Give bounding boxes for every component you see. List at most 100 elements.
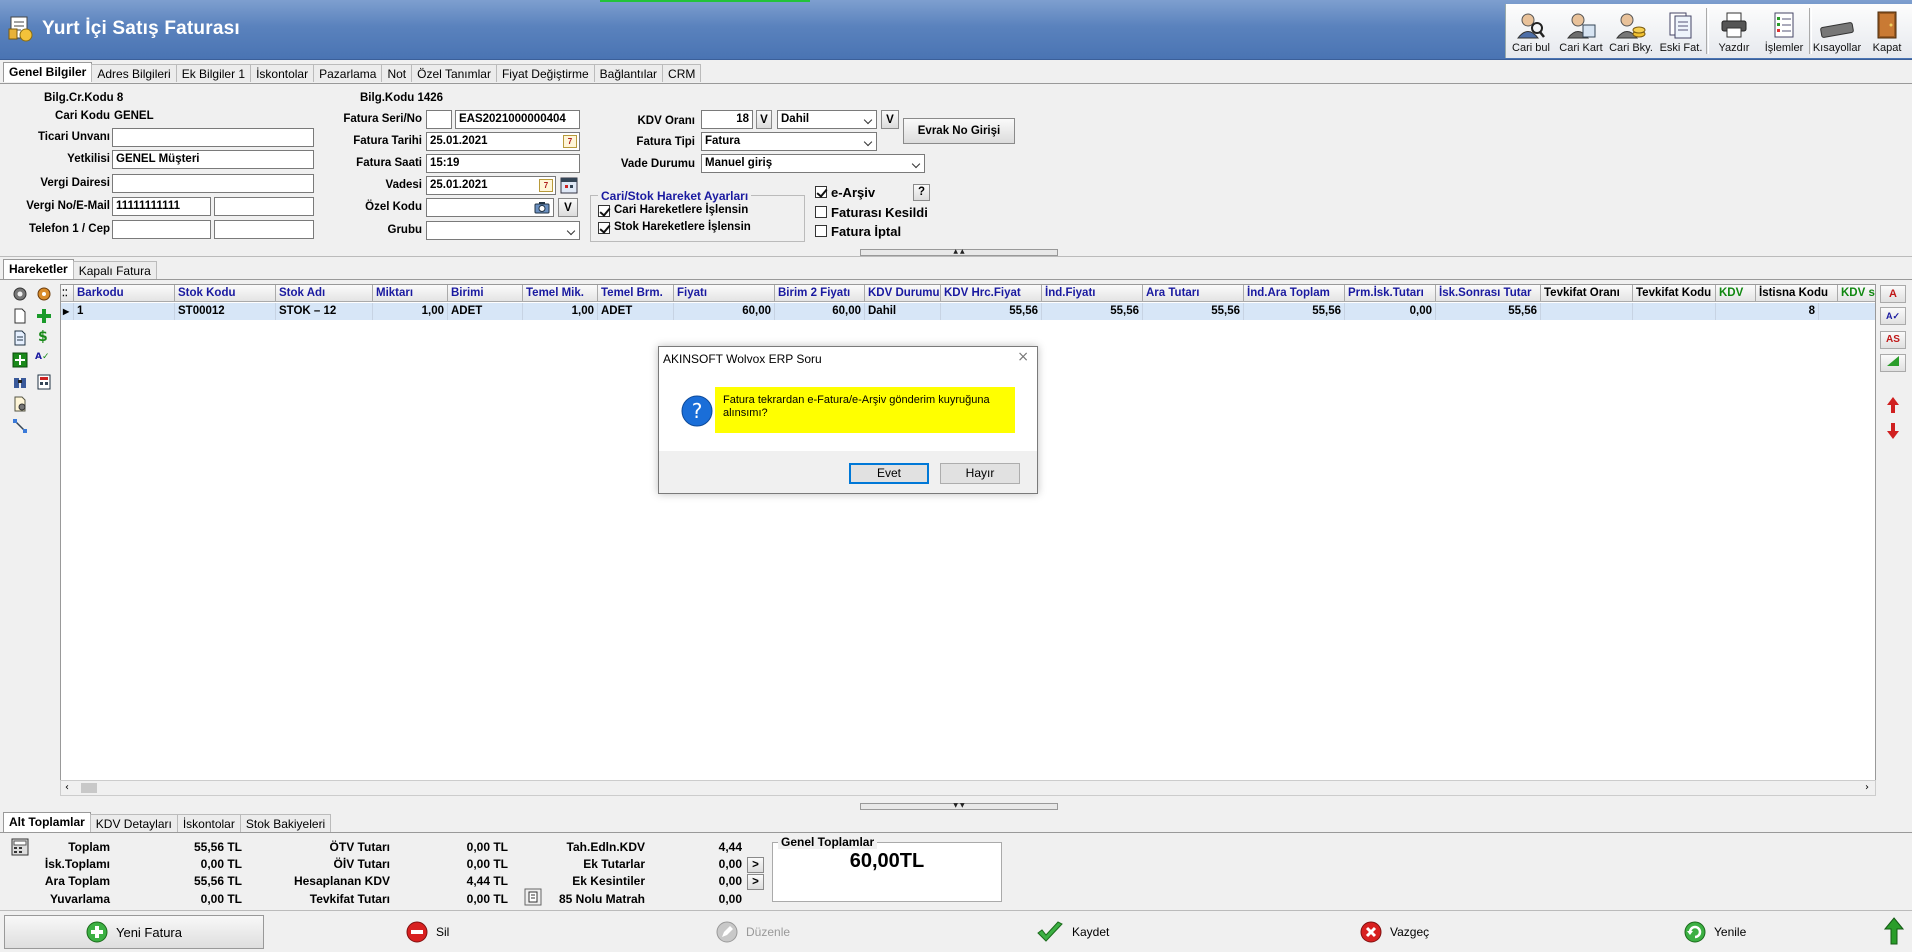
kisayollar-button[interactable]: Kısayollar	[1812, 4, 1862, 58]
ek-kesintiler-button[interactable]: >	[747, 874, 764, 890]
ozel-kodu-v-button[interactable]: V	[558, 198, 578, 217]
calendar-icon[interactable]: 7	[539, 179, 553, 192]
col-header-ind-fiyati[interactable]: İnd.Fiyatı	[1042, 285, 1143, 302]
evet-button[interactable]: Evet	[849, 463, 929, 484]
col-header-ind-ara-toplam[interactable]: İnd.Ara Toplam	[1244, 285, 1345, 302]
vadesi-input[interactable]: 25.01.2021 7	[426, 176, 556, 195]
tab-alt-toplamlar[interactable]: Alt Toplamlar	[3, 812, 91, 832]
vade-durumu-select[interactable]: Manuel giriş	[701, 154, 925, 173]
chart-icon[interactable]	[1880, 354, 1906, 372]
cari-bakiye-button[interactable]: Cari Bky.	[1606, 4, 1656, 58]
spell-check-icon[interactable]: A✓	[35, 352, 51, 368]
camera-icon[interactable]	[534, 201, 550, 214]
duzenle-button[interactable]: Düzenle	[716, 915, 790, 949]
col-header-temel-mik[interactable]: Temel Mik.	[523, 285, 598, 302]
document-list-icon[interactable]	[12, 330, 28, 346]
cell-stok-kodu[interactable]: ST00012	[175, 303, 276, 320]
cep-input[interactable]	[214, 220, 314, 239]
cari-kart-button[interactable]: Cari Kart	[1556, 4, 1606, 58]
scroll-left-icon[interactable]: ‹	[65, 782, 69, 793]
earsiv-checkbox[interactable]	[815, 186, 827, 198]
calculator-icon[interactable]	[36, 374, 52, 390]
kdv-dahil-v-button[interactable]: V	[881, 110, 899, 129]
eski-fatura-button[interactable]: Eski Fat.	[1656, 4, 1706, 58]
cell-temel-brm[interactable]: ADET	[598, 303, 674, 320]
col-header-kdv-durumu[interactable]: KDV Durumu	[865, 285, 941, 302]
scroll-top-arrow-icon[interactable]	[1884, 917, 1904, 945]
hayir-button[interactable]: Hayır	[940, 463, 1020, 484]
cell-stok-adi[interactable]: STOK – 12	[276, 303, 373, 320]
cell-ind-ara-toplam[interactable]: 55,56	[1244, 303, 1345, 320]
grid-horizontal-scrollbar[interactable]: ‹ ›	[60, 780, 1876, 796]
document-settings-icon[interactable]	[12, 396, 28, 412]
fatura-tipi-select[interactable]: Fatura	[701, 132, 877, 151]
move-up-icon[interactable]	[1886, 396, 1900, 414]
faturasi-kesildi-checkbox[interactable]	[815, 206, 827, 218]
cell-miktari[interactable]: 1,00	[373, 303, 448, 320]
fatura-saati-input[interactable]: 15:19	[426, 154, 580, 173]
cell-kdv-durumu[interactable]: Dahil	[865, 303, 941, 320]
col-header-kdv[interactable]: KDV	[1716, 285, 1756, 302]
vergi-dairesi-input[interactable]	[112, 174, 314, 193]
sil-button[interactable]: Sil	[406, 915, 449, 949]
col-header-ara-tutari[interactable]: Ara Tutarı	[1143, 285, 1244, 302]
kapat-button[interactable]: Kapat	[1862, 4, 1912, 58]
col-header-isk-sonrasi-tutar[interactable]: İsk.Sonrası Tutar	[1436, 285, 1541, 302]
tab-genel-bilgiler[interactable]: Genel Bilgiler	[3, 62, 93, 82]
tab-pazarlama[interactable]: Pazarlama	[313, 64, 383, 82]
cell-istisna-kodu[interactable]	[1819, 303, 1875, 320]
cell-prm-isk-tutari[interactable]: 0,00	[1345, 303, 1436, 320]
col-header-birimi[interactable]: Birimi	[448, 285, 523, 302]
cell-isk-sonrasi-tutar[interactable]: 55,56	[1436, 303, 1541, 320]
yazdir-button[interactable]: Yazdır	[1709, 4, 1759, 58]
upper-splitter-handle[interactable]: ▲ ▲	[860, 249, 1058, 256]
col-header-tevkifat-kodu[interactable]: Tevkifat Kodu	[1633, 285, 1716, 302]
col-header-birim2-fiyati[interactable]: Birim 2 Fiyatı	[775, 285, 865, 302]
settings-gear-icon[interactable]	[12, 286, 28, 302]
islemler-button[interactable]: İşlemler	[1759, 4, 1809, 58]
binoculars-icon[interactable]	[12, 374, 28, 390]
col-header-tevkifat-orani[interactable]: Tevkifat Oranı	[1541, 285, 1633, 302]
tab-fiyat-degistirme[interactable]: Fiyat Değiştirme	[495, 64, 595, 82]
tab-hareketler[interactable]: Hareketler	[3, 259, 74, 279]
telefon1-input[interactable]	[112, 220, 211, 239]
as-button[interactable]: AS	[1880, 331, 1906, 349]
email-input[interactable]	[214, 197, 314, 216]
vazgec-button[interactable]: Vazgeç	[1360, 915, 1429, 949]
scroll-thumb[interactable]	[81, 783, 97, 793]
col-header-miktari[interactable]: Miktarı	[373, 285, 448, 302]
ticari-unvani-input[interactable]	[112, 128, 314, 147]
kdv-orani-v-button[interactable]: V	[756, 110, 772, 129]
grubu-select[interactable]	[426, 221, 580, 240]
fatura-tarihi-input[interactable]: 25.01.2021 7	[426, 132, 580, 151]
cell-fiyati[interactable]: 60,00	[674, 303, 775, 320]
evrak-no-girisi-button[interactable]: Evrak No Girişi	[903, 118, 1015, 144]
yenile-button[interactable]: Yenile	[1684, 915, 1746, 949]
col-header-stok-kodu[interactable]: Stok Kodu	[175, 285, 276, 302]
tab-crm[interactable]: CRM	[662, 64, 702, 82]
col-header-barkodu[interactable]: Barkodu	[74, 285, 175, 302]
cell-kdv-hrc-fiyat[interactable]: 55,56	[941, 303, 1042, 320]
cell-birimi[interactable]: ADET	[448, 303, 523, 320]
new-document-icon[interactable]	[12, 308, 28, 324]
tab-ozel-tanimlar[interactable]: Özel Tanımlar	[411, 64, 497, 82]
tab-kapali-fatura[interactable]: Kapalı Fatura	[72, 261, 157, 279]
cell-ara-tutari[interactable]: 55,56	[1143, 303, 1244, 320]
col-header-stok-adi[interactable]: Stok Adı	[276, 285, 373, 302]
earsiv-help-button[interactable]: ?	[913, 184, 930, 201]
product-box-icon[interactable]	[36, 286, 52, 302]
spell-check-right-icon[interactable]: A✓	[1880, 307, 1906, 325]
schedule-icon[interactable]	[560, 177, 578, 194]
cell-birim2-fiyati[interactable]: 60,00	[775, 303, 865, 320]
cell-ind-fiyati[interactable]: 55,56	[1042, 303, 1143, 320]
cell-temel-mik[interactable]: 1,00	[523, 303, 598, 320]
add-row-icon[interactable]	[36, 308, 52, 324]
yeni-fatura-button[interactable]: Yeni Fatura	[4, 915, 264, 949]
col-header-istisna-kodu[interactable]: İstisna Kodu	[1756, 285, 1838, 302]
tab-alt-iskontolar[interactable]: İskontolar	[176, 814, 241, 832]
tab-not[interactable]: Not	[381, 64, 413, 82]
col-header-fiyati[interactable]: Fiyatı	[674, 285, 775, 302]
tab-stok-bakiyeleri[interactable]: Stok Bakiyeleri	[239, 814, 332, 832]
calendar-icon[interactable]: 7	[563, 135, 577, 148]
col-header-kdv-siz[interactable]: KDV siz	[1838, 285, 1875, 302]
